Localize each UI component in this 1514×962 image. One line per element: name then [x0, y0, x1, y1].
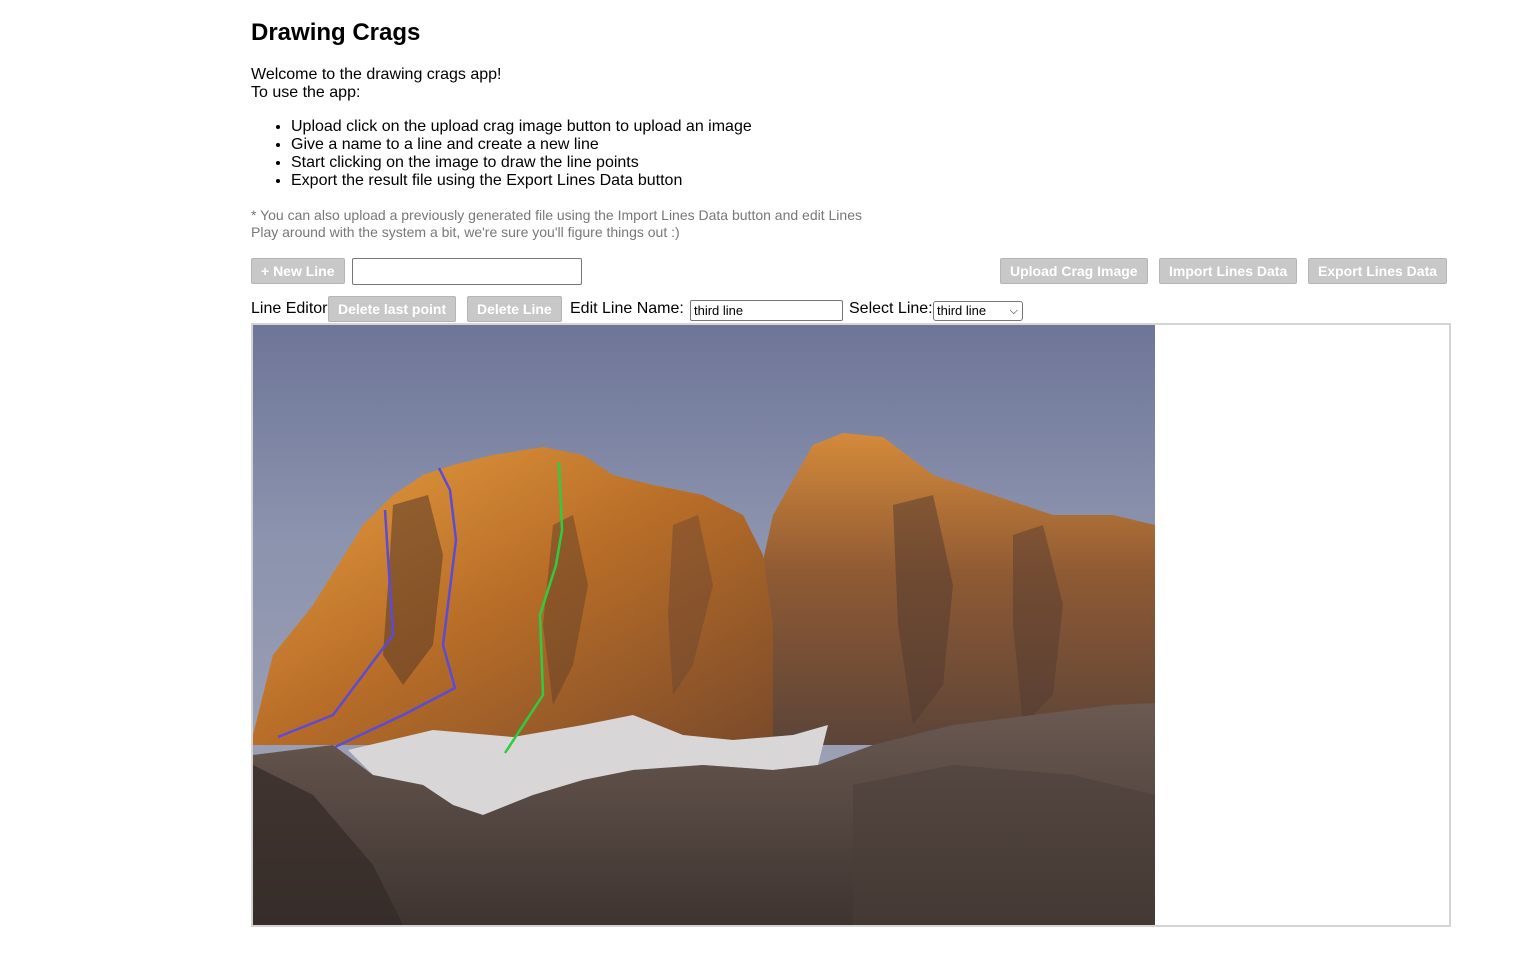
- instructions-list: Upload click on the upload crag image bu…: [251, 118, 752, 190]
- list-item: Export the result file using the Export …: [291, 172, 752, 190]
- edit-line-name-label: Edit Line Name:: [570, 300, 684, 317]
- chevron-down-icon: ⌵: [1009, 305, 1018, 317]
- drawing-canvas[interactable]: [251, 323, 1451, 927]
- new-line-name-input[interactable]: [352, 258, 582, 285]
- new-line-button[interactable]: + New Line: [251, 258, 345, 284]
- how-to-text: To use the app:: [251, 84, 361, 101]
- list-item: Give a name to a line and create a new l…: [291, 136, 752, 154]
- welcome-text: Welcome to the drawing crags app!: [251, 66, 502, 83]
- select-line-dropdown[interactable]: third line ⌵: [933, 301, 1023, 321]
- intro-text: Welcome to the drawing crags app! To use…: [251, 66, 502, 102]
- import-lines-data-button[interactable]: Import Lines Data: [1159, 258, 1298, 284]
- delete-line-button[interactable]: Delete Line: [467, 296, 562, 322]
- list-item: Upload click on the upload crag image bu…: [291, 118, 752, 136]
- delete-last-point-button[interactable]: Delete last point: [328, 296, 457, 322]
- edit-line-name-input[interactable]: [690, 300, 843, 321]
- export-lines-data-button[interactable]: Export Lines Data: [1308, 258, 1448, 284]
- upload-crag-image-button[interactable]: Upload Crag Image: [1000, 258, 1148, 284]
- notes: * You can also upload a previously gener…: [251, 207, 862, 241]
- list-item: Start clicking on the image to draw the …: [291, 154, 752, 172]
- page-title: Drawing Crags: [251, 19, 421, 46]
- crag-image[interactable]: [253, 325, 1155, 925]
- import-note: * You can also upload a previously gener…: [251, 207, 862, 223]
- select-line-label: Select Line:: [849, 300, 933, 317]
- play-note: Play around with the system a bit, we're…: [251, 224, 680, 240]
- line-editor-title: Line Editor: [251, 300, 328, 317]
- selected-line-value: third line: [937, 303, 987, 318]
